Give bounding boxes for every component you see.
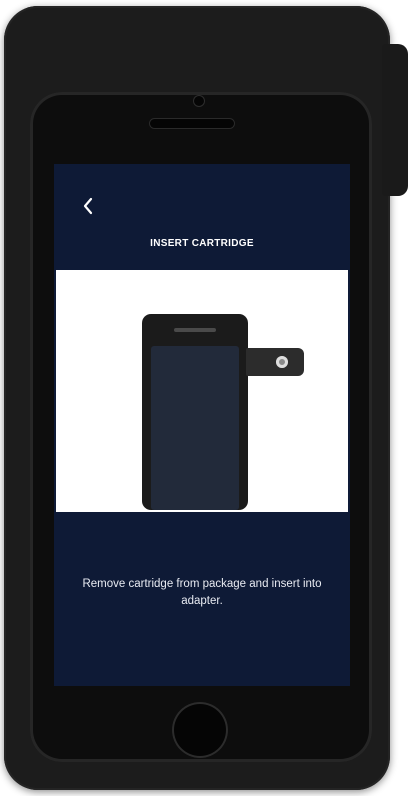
chevron-left-icon xyxy=(83,197,93,215)
home-button-icon[interactable] xyxy=(172,702,228,758)
instruction-text: Remove cartridge from package and insert… xyxy=(82,578,322,607)
cartridge-window xyxy=(276,356,288,368)
earpiece-speaker xyxy=(150,119,234,128)
adapter-side-port xyxy=(382,44,408,196)
illustration-phone-screen xyxy=(151,346,239,510)
cartridge-illustration xyxy=(56,270,348,512)
illustration-phone xyxy=(142,314,248,510)
illustration-phone-speaker xyxy=(174,328,216,332)
illustration-cartridge xyxy=(246,348,304,376)
back-button[interactable] xyxy=(74,192,102,220)
page-title: INSERT CARTRIDGE xyxy=(150,238,254,249)
front-camera xyxy=(194,96,204,106)
app-screen: INSERT CARTRIDGE Remove cartridge from p… xyxy=(54,164,350,686)
